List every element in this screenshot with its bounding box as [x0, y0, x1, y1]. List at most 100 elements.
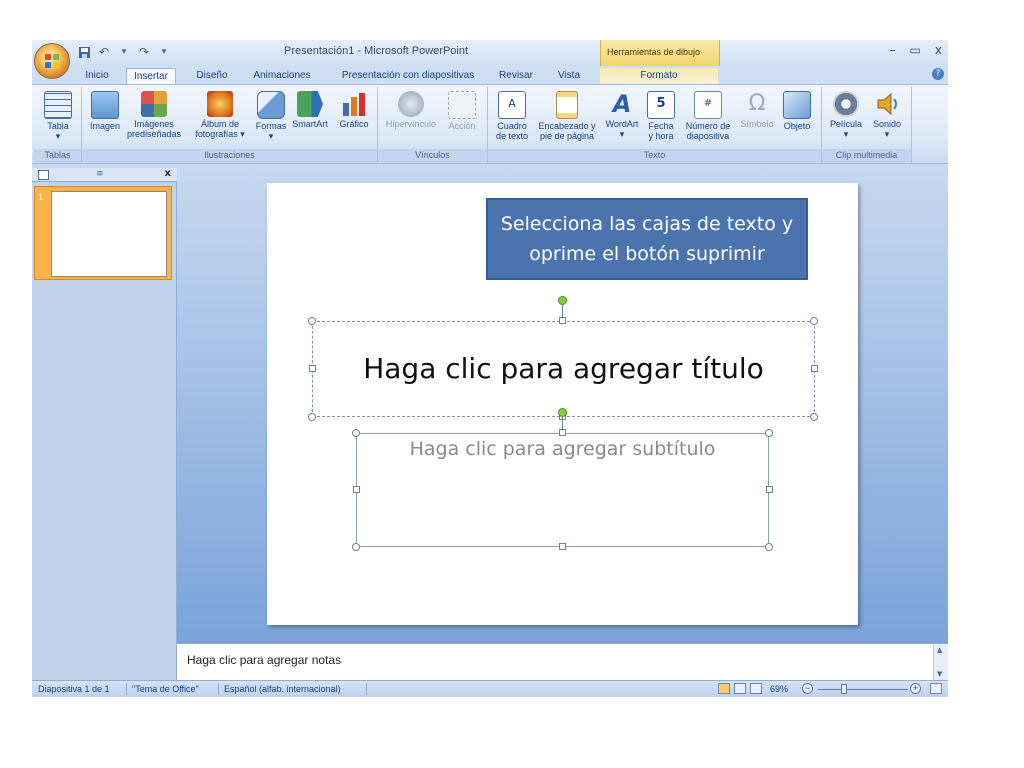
slide-canvas[interactable]: Selecciona las cajas de texto y oprime e…: [267, 183, 858, 625]
notes-placeholder[interactable]: Haga clic para agregar notas: [187, 653, 341, 667]
header-footer-icon: [556, 91, 578, 119]
accion-button[interactable]: Acción: [442, 89, 482, 131]
undo-dropdown-icon[interactable]: ▾: [116, 44, 132, 60]
resize-handle[interactable]: [766, 486, 773, 493]
zoom-out-button[interactable]: −: [802, 683, 813, 694]
resize-handle[interactable]: [765, 429, 773, 437]
scroll-up-icon[interactable]: ▲: [937, 646, 942, 654]
fit-to-window-icon[interactable]: [930, 683, 942, 694]
resize-handle[interactable]: [308, 317, 316, 325]
numero-diapositiva-button[interactable]: # Número de diapositiva: [680, 89, 736, 141]
slideshow-view-icon[interactable]: [750, 683, 762, 694]
help-icon[interactable]: ?: [932, 68, 944, 80]
resize-handle[interactable]: [559, 317, 566, 324]
resize-handle[interactable]: [810, 413, 818, 421]
title-bar: ↶ ▾ ↷ ▾ Presentación1 - Microsoft PowerP…: [32, 40, 948, 66]
slide-sorter-view-icon[interactable]: [734, 683, 746, 694]
simbolo-button[interactable]: Ω Símbolo: [738, 89, 776, 129]
resize-handle[interactable]: [765, 543, 773, 551]
instruction-callout[interactable]: Selecciona las cajas de texto y oprime e…: [486, 198, 808, 280]
group-label-vinculos: Vínculos: [378, 149, 487, 162]
status-language[interactable]: Español (alfab. internacional): [224, 684, 341, 694]
tab-formato[interactable]: Formato: [600, 68, 718, 84]
resize-handle[interactable]: [308, 413, 316, 421]
customize-qat-icon[interactable]: ▾: [156, 44, 172, 60]
notes-scrollbar[interactable]: ▲ ▼: [933, 644, 948, 680]
wordart-button[interactable]: A WordArt ▾: [602, 89, 642, 139]
tabla-button[interactable]: Tabla ▾: [40, 89, 76, 141]
resize-handle[interactable]: [559, 429, 566, 436]
contextual-group-label: Herramientas de dibujo: [607, 47, 701, 57]
title-placeholder[interactable]: Haga clic para agregar título: [312, 321, 815, 417]
slide-number-icon: #: [694, 91, 722, 119]
resize-handle[interactable]: [559, 543, 566, 550]
pelicula-button[interactable]: Película ▾: [826, 89, 866, 139]
resize-handle[interactable]: [309, 365, 316, 372]
group-label-clip: Clip multimedia: [822, 149, 911, 162]
cuadro-texto-button[interactable]: A Cuadro de texto: [490, 89, 534, 141]
clipart-icon: [141, 91, 167, 117]
subtitle-placeholder-text[interactable]: Haga clic para agregar subtítulo: [357, 438, 768, 460]
zoom-slider-track[interactable]: [818, 689, 908, 690]
tab-presentacion[interactable]: Presentación con diapositivas: [338, 68, 478, 84]
zoom-slider-thumb[interactable]: [841, 684, 847, 694]
group-texto: A Cuadro de texto Encabezado y pie de pá…: [488, 87, 822, 163]
rotation-connector: [562, 415, 563, 429]
album-fotografias-button[interactable]: Álbum de fotografías ▾: [190, 89, 250, 139]
grafico-button[interactable]: Gráfico: [334, 89, 374, 129]
restore-button[interactable]: ▭: [910, 43, 921, 57]
object-icon: [783, 91, 811, 119]
resize-handle[interactable]: [353, 486, 360, 493]
outline-tab-icon[interactable]: ≡: [96, 169, 104, 179]
pane-close-button[interactable]: x: [165, 168, 171, 179]
smartart-button[interactable]: SmartArt: [288, 89, 332, 129]
notes-pane[interactable]: Haga clic para agregar notas ▲ ▼: [177, 643, 948, 680]
rotation-handle[interactable]: [558, 408, 567, 417]
undo-icon[interactable]: ↶: [96, 44, 112, 60]
fecha-hora-button[interactable]: 5 Fecha y hora: [644, 89, 678, 141]
slides-tab-icon[interactable]: [38, 170, 49, 180]
imagen-button[interactable]: Imagen: [86, 89, 124, 131]
redo-icon[interactable]: ↷: [136, 44, 152, 60]
tab-insertar[interactable]: Insertar: [126, 68, 176, 84]
slide-thumbnail-selected[interactable]: 1: [34, 186, 172, 280]
scroll-down-icon[interactable]: ▼: [937, 670, 942, 678]
encabezado-pie-button[interactable]: Encabezado y pie de página: [534, 89, 600, 141]
hipervinculo-button[interactable]: Hipervínculo: [382, 89, 440, 129]
film-icon: [833, 91, 859, 117]
sonido-button[interactable]: Sonido ▾: [868, 89, 906, 139]
save-icon[interactable]: [76, 44, 92, 60]
speaker-icon: [874, 91, 900, 117]
objeto-button[interactable]: Objeto: [778, 89, 816, 131]
tab-animaciones[interactable]: Animaciones: [252, 68, 312, 84]
slide-thumbnail[interactable]: [51, 191, 167, 277]
zoom-in-button[interactable]: +: [910, 683, 921, 694]
resize-handle[interactable]: [352, 543, 360, 551]
resize-handle[interactable]: [810, 317, 818, 325]
hyperlink-icon: [398, 91, 424, 117]
resize-handle[interactable]: [352, 429, 360, 437]
pane-tabs: ≡ x: [32, 168, 177, 182]
textbox-icon: A: [498, 91, 526, 119]
group-label-ilustraciones: Ilustraciones: [82, 149, 377, 162]
shapes-icon: [257, 91, 285, 119]
office-button[interactable]: [34, 43, 70, 79]
tab-vista[interactable]: Vista: [554, 68, 584, 84]
status-theme[interactable]: "Tema de Office": [132, 684, 199, 694]
title-placeholder-text[interactable]: Haga clic para agregar título: [313, 352, 814, 385]
slide-editor: Selecciona las cajas de texto y oprime e…: [177, 168, 948, 643]
tab-diseno[interactable]: Diseño: [192, 68, 232, 84]
formas-button[interactable]: Formas ▾: [254, 89, 288, 141]
resize-handle[interactable]: [811, 365, 818, 372]
rotation-handle[interactable]: [558, 296, 567, 305]
zoom-level[interactable]: 69%: [770, 684, 788, 694]
normal-view-icon[interactable]: [718, 683, 730, 694]
imagenes-prediseñadas-button[interactable]: Imágenes prediseñadas: [124, 89, 184, 139]
tab-revisar[interactable]: Revisar: [498, 68, 534, 84]
chart-icon: [341, 91, 367, 117]
tab-inicio[interactable]: Inicio: [80, 68, 114, 84]
close-button[interactable]: x: [935, 43, 942, 57]
minimize-button[interactable]: –: [890, 43, 896, 57]
group-clip-multimedia: Película ▾ Sonido ▾ Clip multimedia: [822, 87, 912, 163]
subtitle-placeholder[interactable]: Haga clic para agregar subtítulo: [356, 433, 769, 547]
